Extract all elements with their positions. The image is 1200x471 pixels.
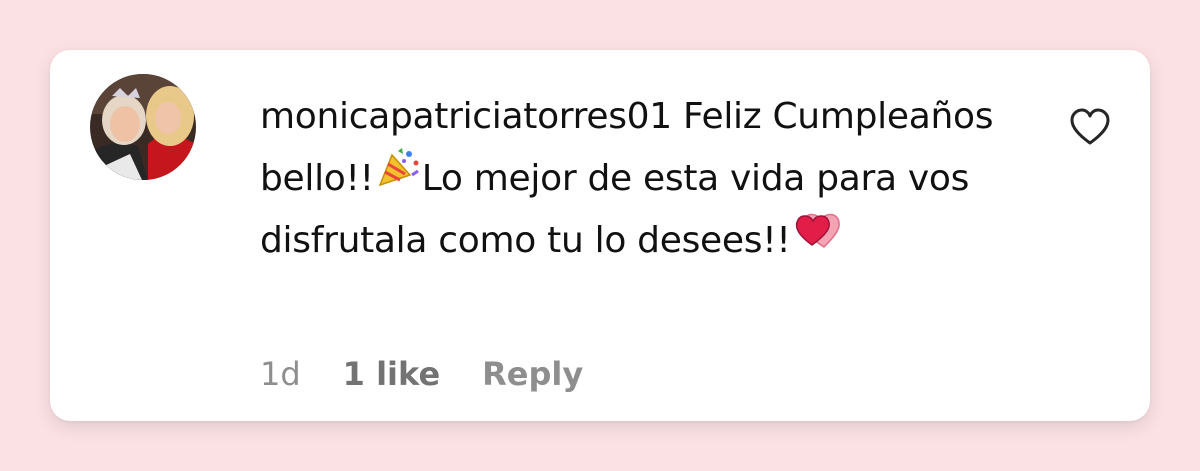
like-button[interactable] (1068, 106, 1112, 150)
avatar-photo (90, 74, 196, 180)
comment-timestamp[interactable]: 1d (260, 355, 301, 393)
likes-count-button[interactable]: 1 like (343, 355, 440, 393)
avatar[interactable] (90, 74, 196, 180)
comment-meta: 1d 1 like Reply (260, 349, 583, 399)
comment-username[interactable]: monicapatriciatorres01 (260, 96, 672, 137)
party-popper-icon (376, 145, 420, 207)
comment-card: monicapatriciatorres01 Feliz Cumpleaños … (50, 50, 1150, 421)
reply-button[interactable]: Reply (482, 355, 583, 393)
heart-outline-icon (1070, 108, 1110, 145)
comment-text: monicapatriciatorres01 Feliz Cumpleaños … (260, 86, 1060, 272)
two-hearts-icon (792, 207, 844, 269)
